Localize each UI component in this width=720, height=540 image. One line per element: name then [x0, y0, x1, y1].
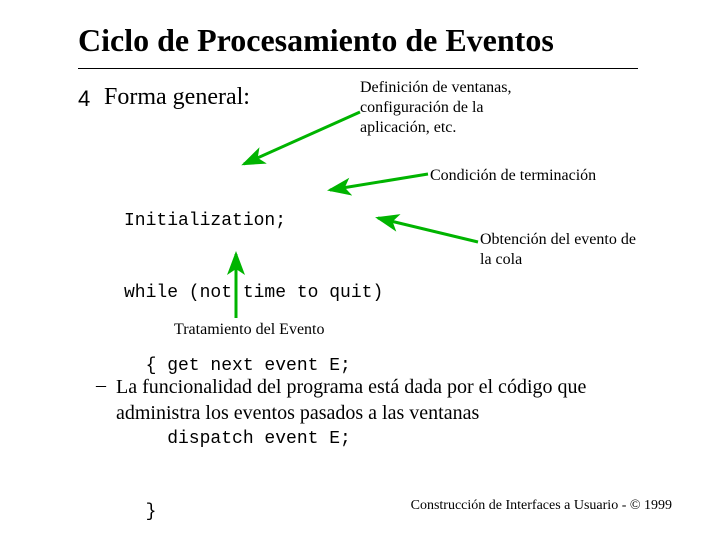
title-divider [78, 68, 638, 69]
bullet-marker: 4 [78, 86, 90, 112]
slide: Ciclo de Procesamiento de Eventos 4 Form… [0, 0, 720, 540]
footer-text: Construcción de Interfaces a Usuario - ©… [411, 498, 672, 514]
bullet-text: Forma general: [104, 84, 250, 111]
arrow-obtencion-icon [378, 218, 478, 242]
code-block: Initialization; while (not time to quit)… [124, 160, 383, 540]
code-line-2: while (not time to quit) [124, 281, 383, 305]
annotation-obtencion: Obtención del evento de la cola [480, 230, 640, 270]
page-title: Ciclo de Procesamiento de Eventos [78, 22, 554, 59]
annotation-definicion: Definición de ventanas, configuración de… [360, 78, 550, 138]
summary-text: La funcionalidad del programa está dada … [116, 374, 646, 426]
annotation-tratamiento: Tratamiento del Evento [174, 320, 394, 340]
code-line-1: Initialization; [124, 209, 383, 233]
arrow-definicion-icon [244, 112, 360, 164]
code-line-4: dispatch event E; [124, 427, 383, 451]
summary-dash: – [96, 374, 106, 397]
annotation-condicion: Condición de terminación [430, 166, 650, 186]
code-line-5: } [124, 500, 383, 524]
